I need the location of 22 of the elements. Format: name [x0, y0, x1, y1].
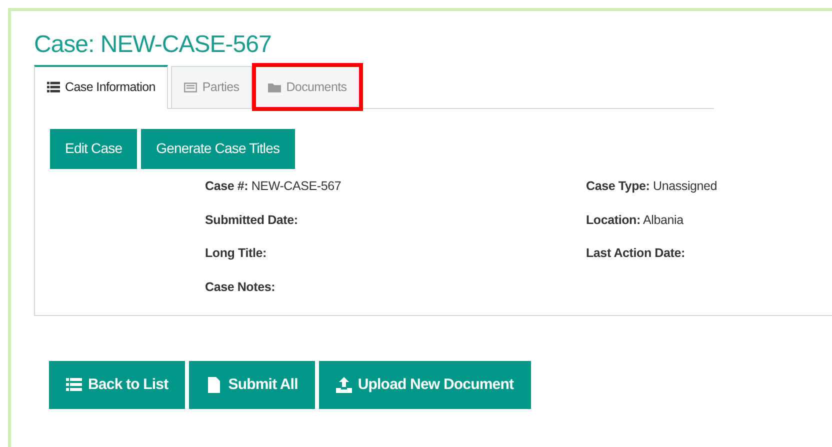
action-button[interactable]: Upload New Document [318, 360, 531, 409]
list-icon [47, 81, 60, 94]
action-button[interactable]: Back to List [49, 360, 186, 409]
card-icon [184, 80, 198, 94]
folder-icon [268, 80, 282, 94]
field-text: Case Type: Unassigned [586, 178, 718, 195]
file-icon [206, 376, 222, 393]
page-title: Case: NEW-CASE-567 [34, 31, 272, 60]
field-text: Case Notes: [205, 279, 276, 296]
field-text: Location: Albania [586, 212, 685, 229]
action-button[interactable]: Submit All [189, 360, 315, 409]
upload-icon [336, 376, 352, 393]
tab[interactable]: Parties [171, 66, 252, 108]
field-text: Last Action Date: [586, 245, 686, 262]
tab[interactable]: Documents [255, 66, 360, 108]
action-button[interactable]: Edit Case [50, 128, 138, 169]
list-icon [66, 376, 82, 393]
action-button[interactable]: Generate Case Titles [141, 128, 295, 169]
field-text: Submitted Date: [205, 212, 299, 229]
field-text: Long Title: [205, 245, 268, 262]
tab[interactable]: Case Information [34, 64, 168, 109]
field-text: Case #: NEW-CASE-567 [205, 178, 342, 195]
